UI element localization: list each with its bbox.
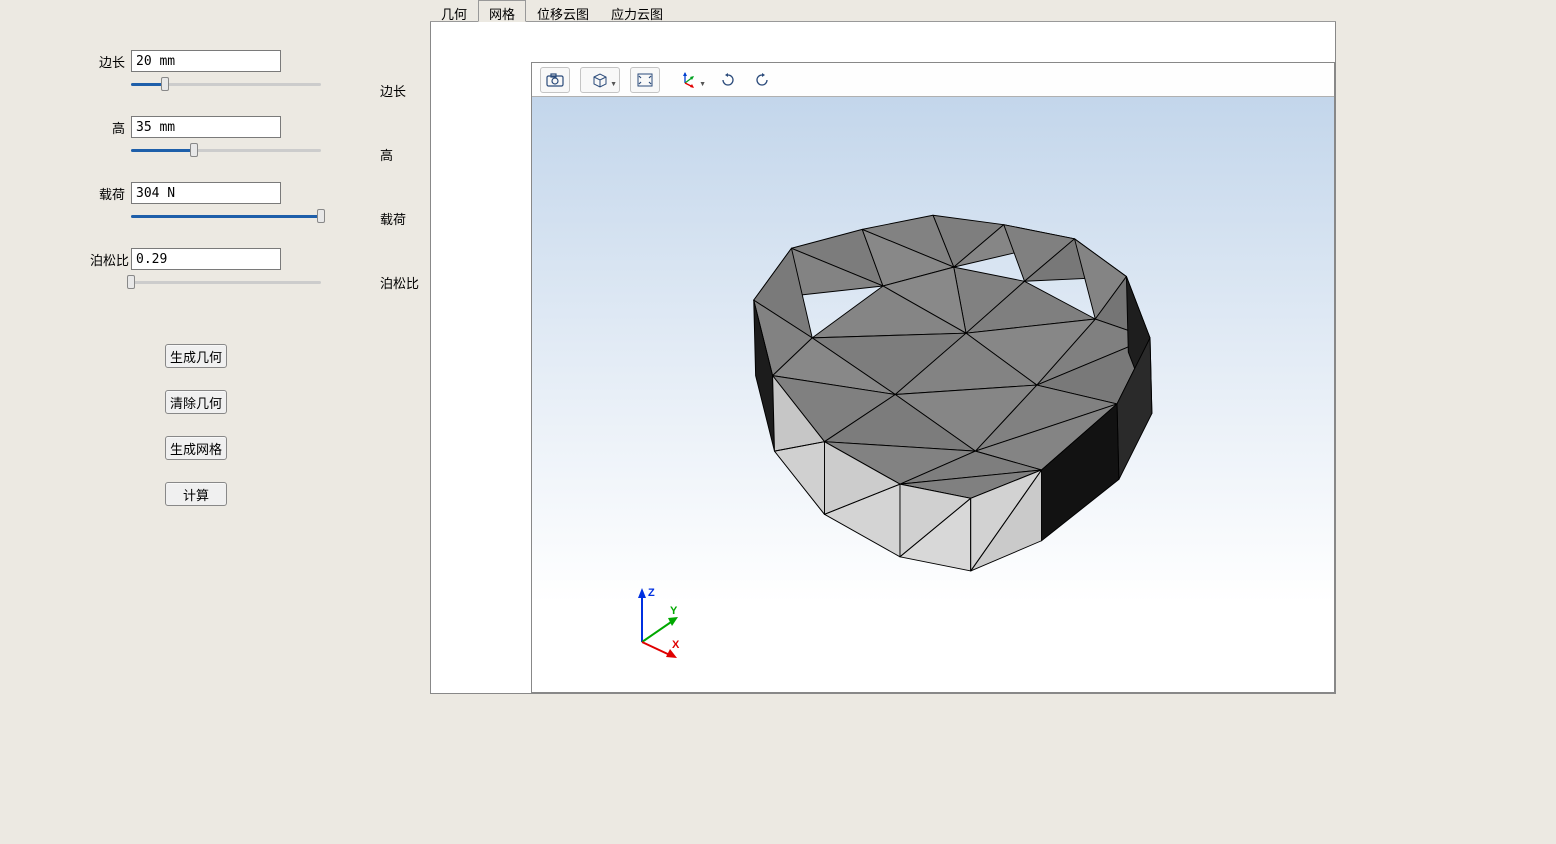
axis-orientation-button[interactable] — [670, 68, 708, 92]
tab-bar: 几何 网格 位移云图 应力云图 — [430, 0, 1336, 22]
generate-geometry-button[interactable]: 生成几何 — [165, 344, 227, 368]
x-axis-label: X — [672, 639, 680, 651]
rotate-ccw-button[interactable] — [748, 68, 776, 92]
viewport-container: Z Y X — [430, 22, 1336, 694]
view-cube-button[interactable] — [581, 68, 619, 92]
height-label: 高 — [90, 118, 125, 137]
mid-poisson-label: 泊松比 — [380, 250, 430, 314]
poisson-input[interactable] — [131, 248, 281, 270]
height-input[interactable] — [131, 116, 281, 138]
tab-geometry[interactable]: 几何 — [430, 0, 478, 21]
z-axis-label: Z — [648, 587, 655, 599]
fit-view-button[interactable] — [631, 68, 659, 92]
clear-geometry-button[interactable]: 清除几何 — [165, 390, 227, 414]
mid-edge-label: 边长 — [380, 58, 430, 122]
mid-load-label: 载荷 — [380, 186, 430, 250]
poisson-label: 泊松比 — [90, 250, 125, 269]
height-slider[interactable] — [131, 140, 321, 160]
poisson-slider[interactable] — [131, 272, 321, 292]
rotate-ccw-icon — [753, 72, 771, 88]
rotate-cw-icon — [719, 72, 737, 88]
load-input[interactable] — [131, 182, 281, 204]
edge-length-label: 边长 — [90, 52, 125, 71]
cube-icon — [591, 72, 609, 88]
compute-button[interactable]: 计算 — [165, 482, 227, 506]
3d-canvas[interactable]: Z Y X — [532, 97, 1334, 692]
tab-stress[interactable]: 应力云图 — [600, 0, 674, 21]
camera-snapshot-button[interactable] — [541, 68, 569, 92]
mid-height-label: 高 — [380, 122, 430, 186]
fit-icon — [636, 72, 654, 88]
load-label: 载荷 — [90, 184, 125, 203]
rotate-cw-button[interactable] — [714, 68, 742, 92]
load-slider[interactable] — [131, 206, 321, 226]
parameters-panel: 边长 高 载荷 泊松比 生成几何 清除几何 生成 — [0, 0, 380, 844]
mid-labels-panel: 边长 高 载荷 泊松比 — [380, 0, 430, 844]
camera-icon — [546, 73, 564, 87]
tab-displacement[interactable]: 位移云图 — [526, 0, 600, 21]
view-toolbar — [532, 63, 1334, 97]
axis-icon — [679, 71, 699, 89]
generate-mesh-button[interactable]: 生成网格 — [165, 436, 227, 460]
axis-triad: Z Y X — [622, 582, 692, 662]
y-axis-label: Y — [670, 605, 678, 617]
tab-mesh[interactable]: 网格 — [478, 0, 526, 22]
edge-length-slider[interactable] — [131, 74, 321, 94]
edge-length-input[interactable] — [131, 50, 281, 72]
